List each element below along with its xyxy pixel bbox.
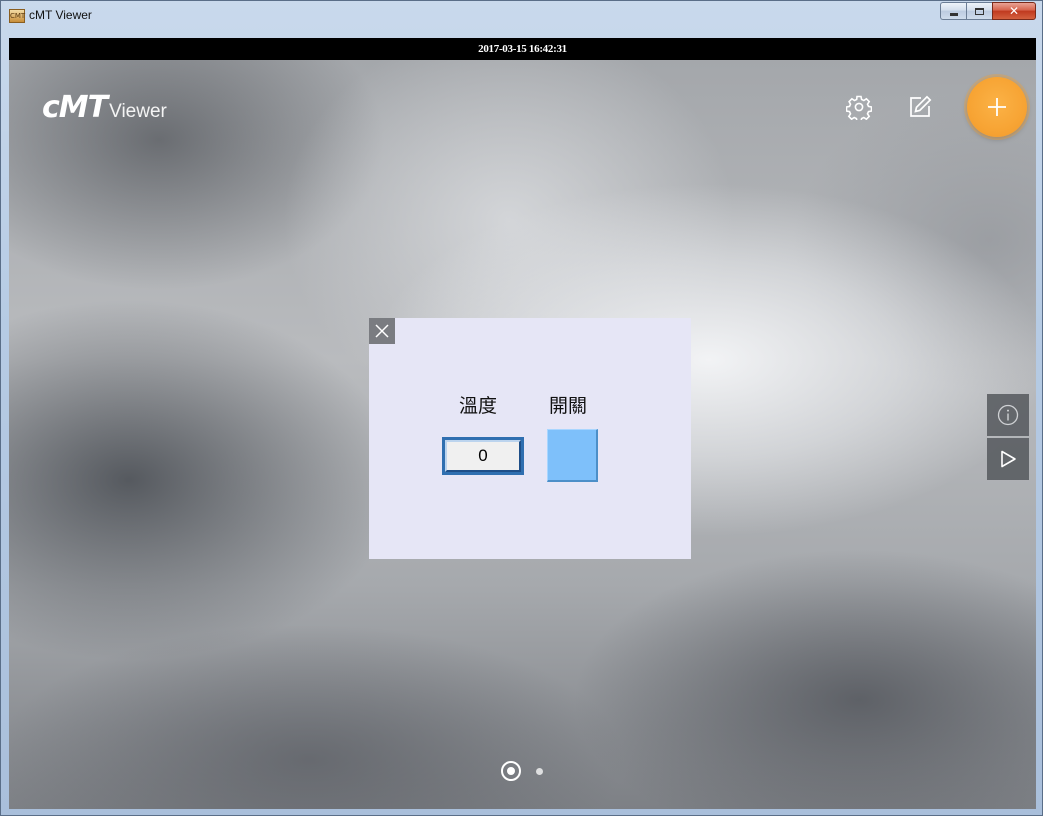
title-bar[interactable]: CMT cMT Viewer ✕ bbox=[1, 1, 1042, 31]
logo-sub-text: Viewer bbox=[109, 101, 167, 122]
minimize-button[interactable] bbox=[940, 2, 966, 20]
settings-button[interactable] bbox=[845, 93, 873, 121]
temperature-label: 溫度 bbox=[459, 395, 498, 417]
window-controls: ✕ bbox=[940, 2, 1036, 22]
app-window: CMT cMT Viewer ✕ 2017-03-15 16:42:31 cMT… bbox=[0, 0, 1043, 816]
close-window-button[interactable]: ✕ bbox=[992, 2, 1036, 20]
maximize-button[interactable] bbox=[966, 2, 992, 20]
cmt-viewer-logo: cMT Viewer bbox=[42, 90, 167, 125]
switch-label: 開關 bbox=[549, 395, 588, 417]
page-dot-core bbox=[507, 767, 515, 775]
app-icon: CMT bbox=[9, 9, 25, 23]
hmi-popup-window: 溫度 開關 0 bbox=[369, 318, 691, 559]
maximize-icon bbox=[975, 7, 984, 15]
info-icon bbox=[997, 404, 1019, 426]
add-button[interactable] bbox=[967, 77, 1027, 137]
close-icon bbox=[375, 324, 389, 338]
page-indicator bbox=[501, 761, 543, 781]
close-icon: ✕ bbox=[1008, 4, 1020, 18]
edit-button[interactable] bbox=[906, 93, 934, 121]
logo-main-text: cMT bbox=[42, 90, 108, 125]
popup-close-button[interactable] bbox=[369, 318, 395, 344]
page-dot-current[interactable] bbox=[501, 761, 521, 781]
plus-icon bbox=[988, 98, 1006, 116]
edit-icon bbox=[910, 95, 932, 117]
info-button[interactable] bbox=[987, 394, 1029, 436]
viewer-client-area: 2017-03-15 16:42:31 cMT Viewer 溫度 開關 0 bbox=[9, 38, 1036, 809]
gear-icon bbox=[846, 95, 872, 120]
datetime-bar: 2017-03-15 16:42:31 bbox=[9, 38, 1036, 60]
temperature-numeric-input[interactable]: 0 bbox=[442, 437, 524, 475]
temperature-value: 0 bbox=[445, 440, 521, 472]
toggle-switch-button[interactable] bbox=[547, 429, 598, 482]
window-title: cMT Viewer bbox=[29, 8, 92, 22]
page-dot[interactable] bbox=[536, 767, 543, 775]
play-button[interactable] bbox=[987, 438, 1029, 480]
play-icon bbox=[1001, 450, 1016, 468]
minimize-icon bbox=[949, 12, 958, 16]
